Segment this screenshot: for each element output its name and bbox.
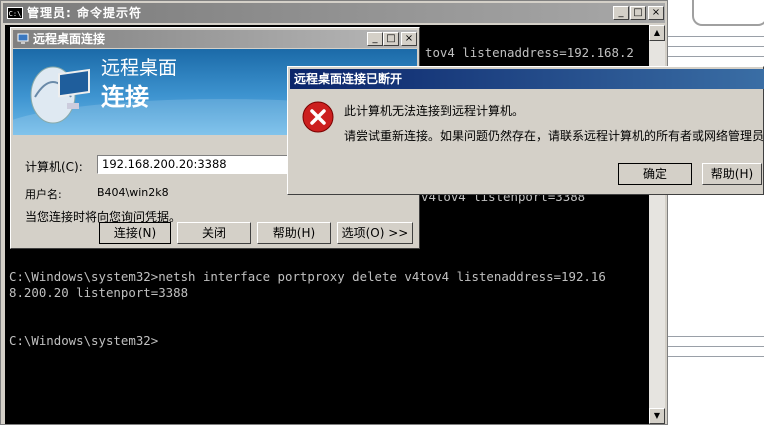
dialog-help-button[interactable]: 帮助(H) bbox=[702, 163, 762, 185]
console-title: 管理员: 命令提示符 bbox=[27, 6, 142, 20]
connect-button[interactable]: 连接(N) bbox=[99, 222, 171, 244]
banner-title-line1: 远程桌面 bbox=[101, 57, 178, 79]
ok-button[interactable]: 确定 bbox=[618, 163, 692, 185]
username-value: B404\win2k8 bbox=[97, 186, 169, 199]
error-message-line2: 请尝试重新连接。如果问题仍然存在，请联系远程计算机的所有者或网络管理员 bbox=[344, 129, 764, 143]
console-line-2: 8.200.20 listenport=3388 bbox=[9, 285, 189, 300]
console-app-icon: C:\ bbox=[7, 7, 23, 19]
rdp-window-icon bbox=[17, 33, 29, 44]
rdp-close-button[interactable]: × bbox=[401, 32, 417, 46]
dialog-title-bar[interactable]: 远程桌面连接已断开 bbox=[290, 69, 764, 89]
rdp-minimize-button[interactable]: _ bbox=[367, 32, 383, 46]
console-maximize-button[interactable]: □ bbox=[630, 6, 646, 20]
console-title-bar[interactable]: C:\ 管理员: 命令提示符 _ □ × bbox=[3, 3, 665, 23]
connect-button-label: 连接(N) bbox=[113, 226, 157, 240]
remote-desktop-logo-icon bbox=[30, 66, 90, 124]
computer-label: 计算机(C): bbox=[25, 160, 83, 174]
console-minimize-button[interactable]: _ bbox=[613, 6, 629, 20]
console-line-1: C:\Windows\system32>netsh interface port… bbox=[9, 269, 606, 284]
console-close-button[interactable]: × bbox=[648, 6, 664, 20]
close-button[interactable]: 关闭 bbox=[177, 222, 251, 244]
scroll-up-arrow-icon[interactable]: ▲ bbox=[649, 25, 665, 41]
console-prompt: C:\Windows\system32> bbox=[9, 333, 159, 348]
background-panel bbox=[692, 0, 764, 26]
options-button[interactable]: 选项(O) >> bbox=[337, 222, 413, 244]
rdp-maximize-button[interactable]: □ bbox=[383, 32, 399, 46]
error-message-line1: 此计算机无法连接到远程计算机。 bbox=[344, 104, 525, 118]
help-button[interactable]: 帮助(H) bbox=[257, 222, 331, 244]
rdp-title-bar[interactable]: 远程桌面连接 _ □ × bbox=[13, 30, 417, 48]
dialog-title: 远程桌面连接已断开 bbox=[294, 72, 403, 86]
disconnect-error-dialog[interactable]: 远程桌面连接已断开 此计算机无法连接到远程计算机。 请尝试重新连接。如果问题仍然… bbox=[287, 66, 764, 195]
scroll-down-arrow-icon[interactable]: ▼ bbox=[649, 408, 665, 424]
username-label: 用户名: bbox=[25, 188, 62, 201]
banner-title-line2: 连接 bbox=[101, 83, 149, 111]
rdp-title: 远程桌面连接 bbox=[33, 32, 106, 46]
console-line-partial-1: tov4 listenaddress=192.168.2 bbox=[425, 45, 634, 60]
error-icon bbox=[302, 101, 334, 133]
